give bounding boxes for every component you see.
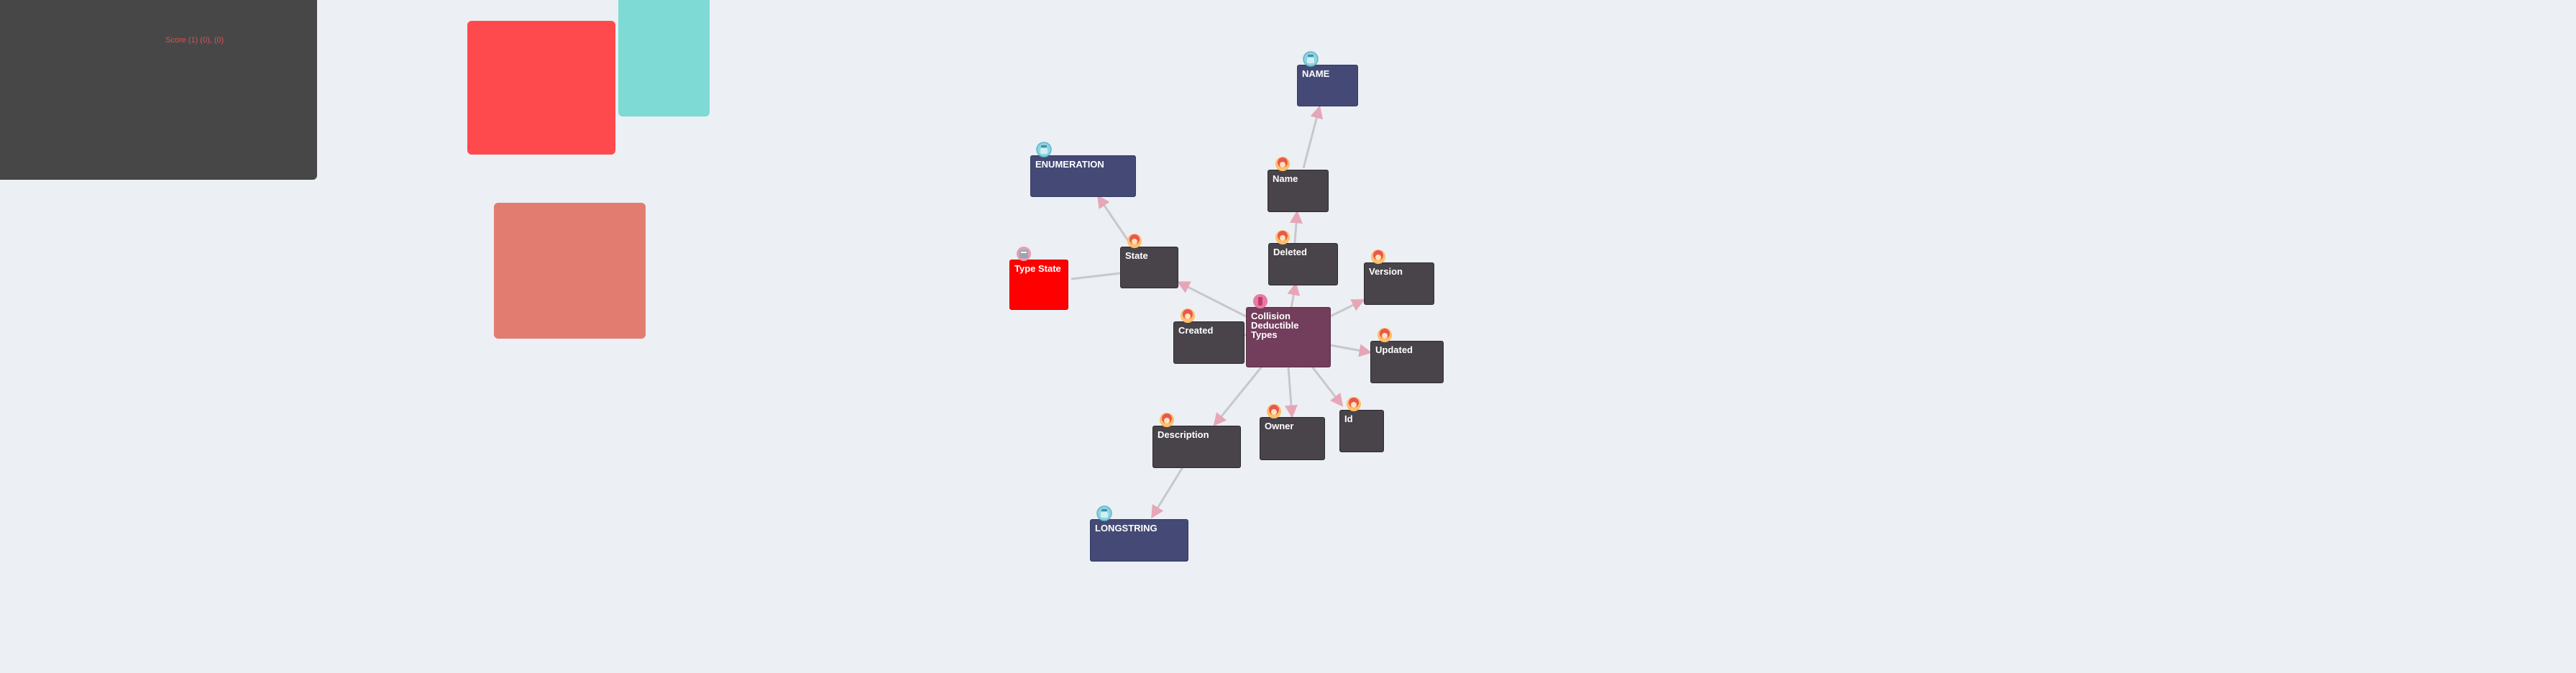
node-type-state[interactable]: Type State [1009, 260, 1068, 310]
edge-entity-to-deleted [1287, 282, 1301, 308]
node-label: NAME [1302, 68, 1330, 79]
type-icon [1096, 505, 1112, 521]
node-label: Type State [1014, 263, 1061, 274]
field-icon [1378, 328, 1392, 342]
node-updated[interactable]: Updated [1370, 341, 1444, 383]
node-label: Owner [1265, 421, 1294, 431]
node-label: Updated [1375, 344, 1413, 355]
node-version[interactable]: Version [1364, 262, 1434, 305]
node-description[interactable]: Description [1152, 426, 1241, 468]
entity-icon [1253, 294, 1268, 308]
type-icon [1303, 51, 1319, 67]
node-name[interactable]: Name [1268, 170, 1329, 212]
edge-state-to-type-state [1071, 272, 1121, 280]
edge-description-to-longstring [1151, 467, 1184, 519]
field-icon [1160, 413, 1174, 427]
field-icon [1275, 230, 1290, 244]
node-state[interactable]: State [1120, 247, 1178, 288]
edge-entity-to-updated [1329, 344, 1372, 357]
enum-icon [1017, 247, 1031, 261]
edge-entity-to-version [1329, 299, 1365, 318]
node-label: Collision Deductible Types [1251, 311, 1299, 340]
node-label: Created [1178, 325, 1214, 336]
edge-deleted-to-name [1289, 210, 1303, 244]
node-label: Name [1273, 173, 1298, 184]
field-icon [1267, 404, 1281, 418]
field-icon [1275, 157, 1290, 171]
node-name-type[interactable]: NAME [1297, 65, 1358, 106]
node-longstring[interactable]: LONGSTRING [1090, 519, 1188, 562]
edge-entity-to-id [1311, 366, 1344, 407]
edge-state-to-enumeration [1096, 195, 1130, 242]
field-icon [1181, 308, 1195, 323]
node-label: Deleted [1273, 247, 1307, 257]
edge-entity-to-description [1213, 366, 1263, 426]
node-label: Version [1369, 266, 1403, 277]
edge-entity-to-owner [1284, 366, 1298, 418]
type-icon [1036, 142, 1052, 157]
node-label: Id [1344, 413, 1353, 424]
field-icon [1371, 249, 1385, 264]
node-label: State [1125, 250, 1148, 261]
field-icon [1127, 234, 1142, 248]
node-created[interactable]: Created [1173, 321, 1245, 364]
node-label: LONGSTRING [1095, 523, 1158, 534]
node-label: ENUMERATION [1035, 159, 1104, 170]
edge-name-to-name-type [1302, 105, 1324, 169]
field-icon [1347, 397, 1361, 411]
node-id[interactable]: Id [1339, 410, 1384, 452]
node-enumeration[interactable]: ENUMERATION [1030, 155, 1136, 197]
node-owner[interactable]: Owner [1260, 417, 1325, 460]
node-deleted[interactable]: Deleted [1268, 243, 1338, 285]
node-label: Description [1158, 429, 1209, 440]
node-collision-deductible-types[interactable]: Collision Deductible Types [1246, 307, 1331, 367]
